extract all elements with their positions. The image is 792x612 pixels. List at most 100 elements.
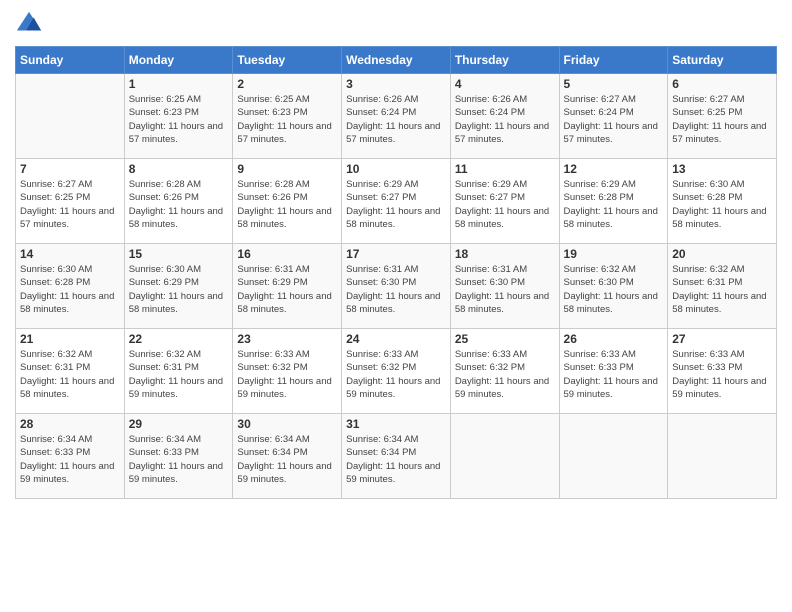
calendar-cell: 10 Sunrise: 6:29 AM Sunset: 6:27 PM Dayli… xyxy=(342,159,451,244)
day-info: Sunrise: 6:30 AM Sunset: 6:29 PM Dayligh… xyxy=(129,263,229,316)
calendar-cell: 21 Sunrise: 6:32 AM Sunset: 6:31 PM Dayli… xyxy=(16,329,125,414)
calendar-cell xyxy=(16,74,125,159)
calendar-cell: 23 Sunrise: 6:33 AM Sunset: 6:32 PM Dayli… xyxy=(233,329,342,414)
day-number: 4 xyxy=(455,77,555,91)
day-number: 23 xyxy=(237,332,337,346)
page-header xyxy=(15,10,777,38)
weekday-header: Sunday xyxy=(16,47,125,74)
day-number: 28 xyxy=(20,417,120,431)
calendar-cell: 2 Sunrise: 6:25 AM Sunset: 6:23 PM Daylig… xyxy=(233,74,342,159)
calendar-cell: 25Sunrise: 6:33 AM Sunset: 6:32 PM Dayli… xyxy=(450,329,559,414)
calendar-table: SundayMondayTuesdayWednesdayThursdayFrid… xyxy=(15,46,777,499)
calendar-cell: 20 Sunrise: 6:32 AM Sunset: 6:31 PM Dayli… xyxy=(668,244,777,329)
day-number: 21 xyxy=(20,332,120,346)
day-number: 22 xyxy=(129,332,229,346)
calendar-week-row: 1 Sunrise: 6:25 AM Sunset: 6:23 PM Daylig… xyxy=(16,74,777,159)
day-info: Sunrise: 6:33 AM Sunset: 6:32 PM Dayligh… xyxy=(237,348,337,401)
calendar-cell: 13 Sunrise: 6:30 AM Sunset: 6:28 PM Dayli… xyxy=(668,159,777,244)
day-info: Sunrise: 6:33 AM Sunset: 6:32 PM Dayligh… xyxy=(346,348,446,401)
weekday-header: Friday xyxy=(559,47,668,74)
calendar-cell: 26 Sunrise: 6:33 AM Sunset: 6:33 PM Dayli… xyxy=(559,329,668,414)
weekday-header: Thursday xyxy=(450,47,559,74)
calendar-cell: 28Sunrise: 6:34 AM Sunset: 6:33 PM Dayli… xyxy=(16,414,125,499)
calendar-cell: 12 Sunrise: 6:29 AM Sunset: 6:28 PM Dayli… xyxy=(559,159,668,244)
day-number: 7 xyxy=(20,162,120,176)
day-info: Sunrise: 6:32 AM Sunset: 6:31 PM Dayligh… xyxy=(672,263,772,316)
calendar-cell xyxy=(559,414,668,499)
day-number: 8 xyxy=(129,162,229,176)
weekday-header: Saturday xyxy=(668,47,777,74)
weekday-header: Monday xyxy=(124,47,233,74)
day-number: 6 xyxy=(672,77,772,91)
day-info: Sunrise: 6:28 AM Sunset: 6:26 PM Dayligh… xyxy=(237,178,337,231)
day-info: Sunrise: 6:30 AM Sunset: 6:28 PM Dayligh… xyxy=(672,178,772,231)
day-info: Sunrise: 6:32 AM Sunset: 6:31 PM Dayligh… xyxy=(20,348,120,401)
day-number: 31 xyxy=(346,417,446,431)
calendar-cell: 29 Sunrise: 6:34 AM Sunset: 6:33 PM Dayli… xyxy=(124,414,233,499)
day-info: Sunrise: 6:25 AM Sunset: 6:23 PM Dayligh… xyxy=(129,93,229,146)
day-info: Sunrise: 6:27 AM Sunset: 6:25 PM Dayligh… xyxy=(20,178,120,231)
calendar-cell: 31Sunrise: 6:34 AM Sunset: 6:34 PM Dayli… xyxy=(342,414,451,499)
day-info: Sunrise: 6:33 AM Sunset: 6:33 PM Dayligh… xyxy=(672,348,772,401)
day-info: Sunrise: 6:26 AM Sunset: 6:24 PM Dayligh… xyxy=(455,93,555,146)
day-number: 27 xyxy=(672,332,772,346)
day-info: Sunrise: 6:25 AM Sunset: 6:23 PM Dayligh… xyxy=(237,93,337,146)
day-number: 19 xyxy=(564,247,664,261)
day-number: 20 xyxy=(672,247,772,261)
day-number: 30 xyxy=(237,417,337,431)
calendar-cell: 7 Sunrise: 6:27 AM Sunset: 6:25 PM Daylig… xyxy=(16,159,125,244)
calendar-cell: 19Sunrise: 6:32 AM Sunset: 6:30 PM Dayli… xyxy=(559,244,668,329)
calendar-cell: 9Sunrise: 6:28 AM Sunset: 6:26 PM Daylig… xyxy=(233,159,342,244)
day-number: 24 xyxy=(346,332,446,346)
weekday-header: Tuesday xyxy=(233,47,342,74)
day-number: 16 xyxy=(237,247,337,261)
calendar-cell: 17Sunrise: 6:31 AM Sunset: 6:30 PM Dayli… xyxy=(342,244,451,329)
day-info: Sunrise: 6:28 AM Sunset: 6:26 PM Dayligh… xyxy=(129,178,229,231)
day-number: 29 xyxy=(129,417,229,431)
day-number: 13 xyxy=(672,162,772,176)
calendar-cell: 15 Sunrise: 6:30 AM Sunset: 6:29 PM Dayli… xyxy=(124,244,233,329)
day-info: Sunrise: 6:27 AM Sunset: 6:25 PM Dayligh… xyxy=(672,93,772,146)
day-info: Sunrise: 6:29 AM Sunset: 6:27 PM Dayligh… xyxy=(455,178,555,231)
day-info: Sunrise: 6:33 AM Sunset: 6:32 PM Dayligh… xyxy=(455,348,555,401)
day-info: Sunrise: 6:31 AM Sunset: 6:30 PM Dayligh… xyxy=(455,263,555,316)
calendar-cell: 8 Sunrise: 6:28 AM Sunset: 6:26 PM Daylig… xyxy=(124,159,233,244)
day-number: 1 xyxy=(129,77,229,91)
calendar-cell: 22 Sunrise: 6:32 AM Sunset: 6:31 PM Dayli… xyxy=(124,329,233,414)
calendar-cell: 1 Sunrise: 6:25 AM Sunset: 6:23 PM Daylig… xyxy=(124,74,233,159)
day-number: 12 xyxy=(564,162,664,176)
day-number: 17 xyxy=(346,247,446,261)
day-info: Sunrise: 6:26 AM Sunset: 6:24 PM Dayligh… xyxy=(346,93,446,146)
day-number: 10 xyxy=(346,162,446,176)
calendar-cell: 27 Sunrise: 6:33 AM Sunset: 6:33 PM Dayli… xyxy=(668,329,777,414)
day-info: Sunrise: 6:27 AM Sunset: 6:24 PM Dayligh… xyxy=(564,93,664,146)
day-number: 2 xyxy=(237,77,337,91)
calendar-cell: 11 Sunrise: 6:29 AM Sunset: 6:27 PM Dayli… xyxy=(450,159,559,244)
calendar-week-row: 21 Sunrise: 6:32 AM Sunset: 6:31 PM Dayli… xyxy=(16,329,777,414)
day-info: Sunrise: 6:34 AM Sunset: 6:33 PM Dayligh… xyxy=(129,433,229,486)
day-info: Sunrise: 6:29 AM Sunset: 6:28 PM Dayligh… xyxy=(564,178,664,231)
day-number: 14 xyxy=(20,247,120,261)
calendar-cell: 24 Sunrise: 6:33 AM Sunset: 6:32 PM Dayli… xyxy=(342,329,451,414)
day-number: 18 xyxy=(455,247,555,261)
day-info: Sunrise: 6:29 AM Sunset: 6:27 PM Dayligh… xyxy=(346,178,446,231)
calendar-cell: 14Sunrise: 6:30 AM Sunset: 6:28 PM Dayli… xyxy=(16,244,125,329)
day-number: 3 xyxy=(346,77,446,91)
day-info: Sunrise: 6:32 AM Sunset: 6:31 PM Dayligh… xyxy=(129,348,229,401)
day-info: Sunrise: 6:34 AM Sunset: 6:34 PM Dayligh… xyxy=(237,433,337,486)
day-number: 11 xyxy=(455,162,555,176)
day-number: 26 xyxy=(564,332,664,346)
day-info: Sunrise: 6:33 AM Sunset: 6:33 PM Dayligh… xyxy=(564,348,664,401)
calendar-cell xyxy=(450,414,559,499)
calendar-cell: 30 Sunrise: 6:34 AM Sunset: 6:34 PM Dayli… xyxy=(233,414,342,499)
calendar-week-row: 28 Sunrise: 6:34 AM Sunset: 6:33 PM Dayli… xyxy=(16,414,777,499)
weekday-header: Wednesday xyxy=(342,47,451,74)
calendar-week-row: 14Sunrise: 6:30 AM Sunset: 6:28 PM Dayli… xyxy=(16,244,777,329)
logo xyxy=(15,10,47,38)
day-info: Sunrise: 6:31 AM Sunset: 6:29 PM Dayligh… xyxy=(237,263,337,316)
calendar-cell: 5 Sunrise: 6:27 AM Sunset: 6:24 PM Daylig… xyxy=(559,74,668,159)
calendar-cell: 3 Sunrise: 6:26 AM Sunset: 6:24 PM Daylig… xyxy=(342,74,451,159)
day-number: 15 xyxy=(129,247,229,261)
day-number: 5 xyxy=(564,77,664,91)
calendar-week-row: 7 Sunrise: 6:27 AM Sunset: 6:25 PM Daylig… xyxy=(16,159,777,244)
